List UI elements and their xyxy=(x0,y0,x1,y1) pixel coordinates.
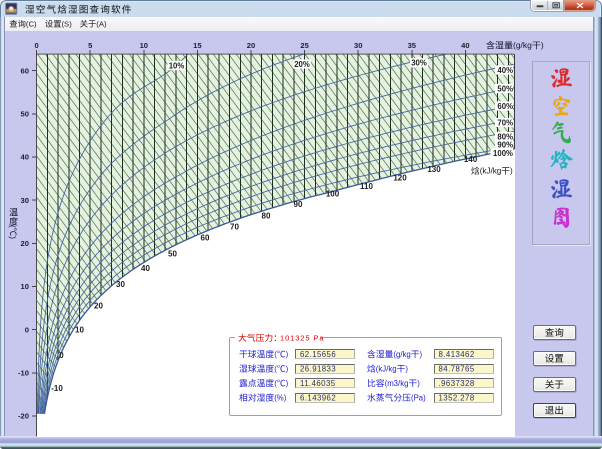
svg-text:(g/kg: (g/kg xyxy=(393,350,410,359)
svg-text:(: ( xyxy=(8,225,17,228)
svg-text:(kJ/kg: (kJ/kg xyxy=(376,365,397,374)
svg-text:(Pa): (Pa) xyxy=(411,394,426,403)
svg-text:26.91833: 26.91833 xyxy=(300,365,336,374)
svg-text:): ) xyxy=(405,365,408,374)
svg-text:(S): (S) xyxy=(62,20,73,29)
svg-text:30: 30 xyxy=(116,280,125,289)
svg-text:35: 35 xyxy=(408,41,417,50)
svg-text:(: ( xyxy=(274,379,277,388)
svg-text:84.78765: 84.78765 xyxy=(439,365,475,374)
svg-text:110: 110 xyxy=(360,182,373,191)
svg-text:30: 30 xyxy=(354,41,362,50)
svg-text:20%: 20% xyxy=(294,60,310,69)
svg-text:0: 0 xyxy=(34,41,38,50)
svg-text:80: 80 xyxy=(262,211,271,220)
svg-text:120: 120 xyxy=(393,173,407,182)
svg-text:100: 100 xyxy=(326,189,340,198)
svg-text:100%: 100% xyxy=(493,149,513,158)
svg-text:): ) xyxy=(286,365,289,374)
svg-text:): ) xyxy=(286,350,289,359)
svg-text:-10: -10 xyxy=(51,384,63,393)
svg-text:30%: 30% xyxy=(411,59,427,68)
svg-text:140: 140 xyxy=(464,155,478,164)
svg-text:): ) xyxy=(286,379,289,388)
svg-text:(A): (A) xyxy=(96,20,107,29)
svg-text:40%: 40% xyxy=(497,66,513,75)
svg-text:20: 20 xyxy=(247,41,255,50)
svg-text:6.143962: 6.143962 xyxy=(300,394,336,403)
svg-text:(C): (C) xyxy=(26,20,37,29)
svg-text:1352.278: 1352.278 xyxy=(439,394,475,403)
svg-text:10: 10 xyxy=(21,282,29,291)
svg-text:30: 30 xyxy=(21,196,29,205)
svg-text:40: 40 xyxy=(21,153,29,162)
svg-text:(g/kg: (g/kg xyxy=(513,40,532,50)
svg-text:(: ( xyxy=(274,365,277,374)
svg-text:0: 0 xyxy=(25,325,29,334)
svg-text:.9637328: .9637328 xyxy=(439,379,475,388)
svg-text:40: 40 xyxy=(141,264,150,273)
svg-text:60: 60 xyxy=(21,66,29,75)
svg-text:-20: -20 xyxy=(18,412,29,421)
svg-text:10: 10 xyxy=(75,325,84,334)
svg-text:(%): (%) xyxy=(274,394,287,403)
svg-text:(: ( xyxy=(274,350,277,359)
svg-text:60%: 60% xyxy=(497,102,513,111)
svg-text:(kJ/kg: (kJ/kg xyxy=(480,167,502,176)
svg-text:): ) xyxy=(510,167,513,176)
svg-text:62.15656: 62.15656 xyxy=(300,350,336,359)
svg-text:): ) xyxy=(420,350,423,359)
svg-text:50%: 50% xyxy=(497,84,513,93)
svg-text:40: 40 xyxy=(461,41,469,50)
svg-text:15: 15 xyxy=(193,41,202,50)
svg-text:8.413462: 8.413462 xyxy=(439,350,475,359)
svg-text:): ) xyxy=(541,40,544,50)
svg-text:25: 25 xyxy=(300,41,309,50)
svg-text:130: 130 xyxy=(427,165,441,174)
svg-text:70: 70 xyxy=(230,222,239,231)
svg-text:10: 10 xyxy=(140,41,148,50)
svg-text:70%: 70% xyxy=(497,118,513,127)
svg-text:): ) xyxy=(8,236,17,239)
svg-text:-10: -10 xyxy=(18,369,29,378)
svg-text:60: 60 xyxy=(201,233,210,242)
svg-text:0: 0 xyxy=(59,351,64,360)
svg-text:20: 20 xyxy=(94,301,103,310)
svg-text:101325 Pa: 101325 Pa xyxy=(280,333,324,342)
svg-text:5: 5 xyxy=(88,41,93,50)
svg-text:): ) xyxy=(417,379,420,388)
svg-text:20: 20 xyxy=(21,239,29,248)
svg-text:(m3/kg: (m3/kg xyxy=(385,379,409,388)
svg-text:10%: 10% xyxy=(169,61,185,70)
svg-text:50: 50 xyxy=(168,249,177,258)
svg-text:90: 90 xyxy=(294,200,303,209)
svg-text:11.46035: 11.46035 xyxy=(300,379,336,388)
svg-text:50: 50 xyxy=(21,110,29,119)
